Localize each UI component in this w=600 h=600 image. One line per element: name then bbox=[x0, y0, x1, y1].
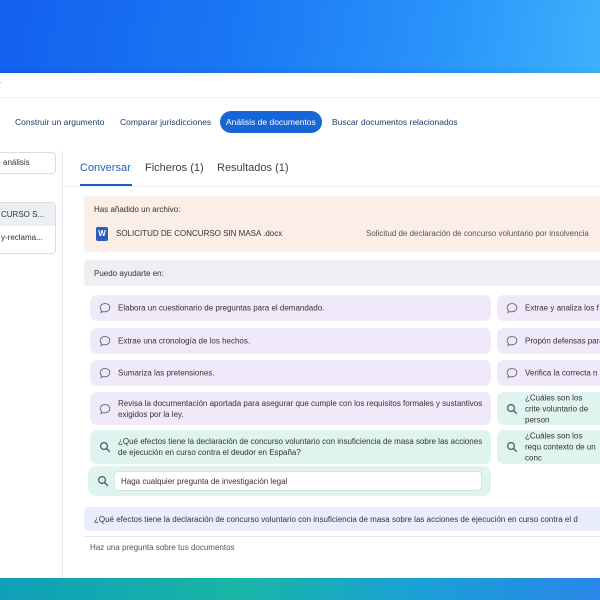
user-query-text: ¿Qué efectos tiene la declaración de con… bbox=[94, 515, 578, 524]
suggestion-card[interactable]: Propón defensas para bbox=[497, 328, 600, 354]
chat-bubble-icon bbox=[506, 367, 518, 379]
nav-comparar-jurisdicciones[interactable]: Comparar jurisdicciones bbox=[114, 111, 217, 133]
background-gradient-top bbox=[0, 0, 600, 80]
suggestion-card[interactable]: Extrae y analiza los f bbox=[497, 295, 600, 321]
suggestion-card[interactable]: Revisa la documentación aportada para as… bbox=[90, 392, 491, 425]
file-added-label: Has añadido un archivo: bbox=[94, 205, 181, 214]
file-name[interactable]: SOLICITUD DE CONCURSO SIN MASA .docx bbox=[116, 229, 282, 238]
sidebar-document-list: CURSO S... y-reclama... bbox=[0, 202, 56, 254]
suggestion-text: Propón defensas para bbox=[525, 336, 600, 346]
tabs-divider bbox=[62, 186, 600, 187]
nav-buscar-documentos[interactable]: Buscar documentos relacionados bbox=[326, 111, 464, 133]
feature-nav: Construir un argumento Comparar jurisdic… bbox=[0, 111, 600, 135]
file-description: Solicitud de declaración de concurso vol… bbox=[366, 229, 589, 238]
nav-construir-argumento[interactable]: Construir un argumento bbox=[9, 111, 110, 133]
suggestion-text: Verifica la correcta n bbox=[525, 368, 598, 378]
suggestion-card[interactable]: Extrae una cronología de los hechos. bbox=[90, 328, 491, 354]
suggestion-card[interactable]: Sumariza las pretensiones. bbox=[90, 360, 491, 386]
help-label: Puedo ayudarte en: bbox=[94, 269, 164, 278]
tab-conversar[interactable]: Conversar bbox=[80, 162, 131, 174]
chat-bubble-icon bbox=[99, 302, 111, 314]
chat-bubble-icon bbox=[99, 367, 111, 379]
word-document-icon: W bbox=[96, 227, 108, 241]
search-icon bbox=[506, 403, 518, 414]
research-suggestion-card[interactable]: ¿Cuáles son los crite voluntario de pers… bbox=[497, 392, 600, 425]
top-bar: r bbox=[0, 73, 600, 98]
suggestion-text: Elabora un cuestionario de preguntas par… bbox=[118, 303, 325, 313]
help-header: Puedo ayudarte en: bbox=[84, 260, 600, 286]
tab-resultados[interactable]: Resultados (1) bbox=[217, 162, 289, 174]
suggestion-text: ¿Qué efectos tiene la declaración de con… bbox=[118, 437, 483, 457]
background-gradient-bottom bbox=[0, 578, 600, 600]
suggestion-card[interactable]: Verifica la correcta n bbox=[497, 360, 600, 386]
research-suggestion-card[interactable]: ¿Cuáles son los requ contexto de un conc bbox=[497, 430, 600, 464]
chat-bubble-icon bbox=[506, 302, 518, 314]
suggestion-text: Revisa la documentación aportada para as… bbox=[118, 398, 483, 419]
top-bar-fragment: r bbox=[0, 79, 1, 89]
attached-file-card: Has añadido un archivo: W SOLICITUD DE C… bbox=[84, 196, 600, 252]
sidebar-item[interactable]: y-reclama... bbox=[0, 226, 55, 249]
chat-bubble-icon bbox=[506, 335, 518, 347]
research-question-card bbox=[88, 466, 491, 496]
sidebar-analisis-button[interactable]: análisis bbox=[0, 152, 56, 174]
user-query-message: ¿Qué efectos tiene la declaración de con… bbox=[84, 507, 600, 531]
nav-analisis-documentos[interactable]: Análisis de documentos bbox=[220, 111, 322, 133]
chat-bubble-icon bbox=[99, 335, 111, 347]
suggestion-card[interactable]: Elabora un cuestionario de preguntas par… bbox=[90, 295, 491, 321]
search-icon bbox=[97, 475, 109, 487]
sidebar-divider bbox=[62, 151, 63, 579]
research-suggestion-card[interactable]: ¿Qué efectos tiene la declaración de con… bbox=[90, 430, 491, 464]
search-icon bbox=[506, 441, 518, 453]
chat-bubble-icon bbox=[99, 403, 111, 414]
suggestion-text: Extrae una cronología de los hechos. bbox=[118, 336, 251, 346]
search-icon bbox=[99, 441, 111, 453]
suggestion-text: ¿Cuáles son los crite voluntario de pers… bbox=[525, 393, 589, 424]
research-question-input[interactable] bbox=[114, 471, 482, 491]
active-tab-indicator bbox=[80, 184, 132, 186]
sidebar-item[interactable]: CURSO S... bbox=[0, 203, 55, 226]
suggestion-text: Sumariza las pretensiones. bbox=[118, 368, 215, 378]
app-window: r Construir un argumento Comparar jurisd… bbox=[0, 73, 600, 579]
tab-ficheros[interactable]: Ficheros (1) bbox=[145, 162, 204, 174]
suggestion-text: ¿Cuáles son los requ contexto de un conc bbox=[525, 431, 596, 463]
question-compose-area[interactable]: Haz una pregunta sobre tus documentos bbox=[84, 536, 600, 579]
suggestion-text: Extrae y analiza los f bbox=[525, 303, 599, 313]
